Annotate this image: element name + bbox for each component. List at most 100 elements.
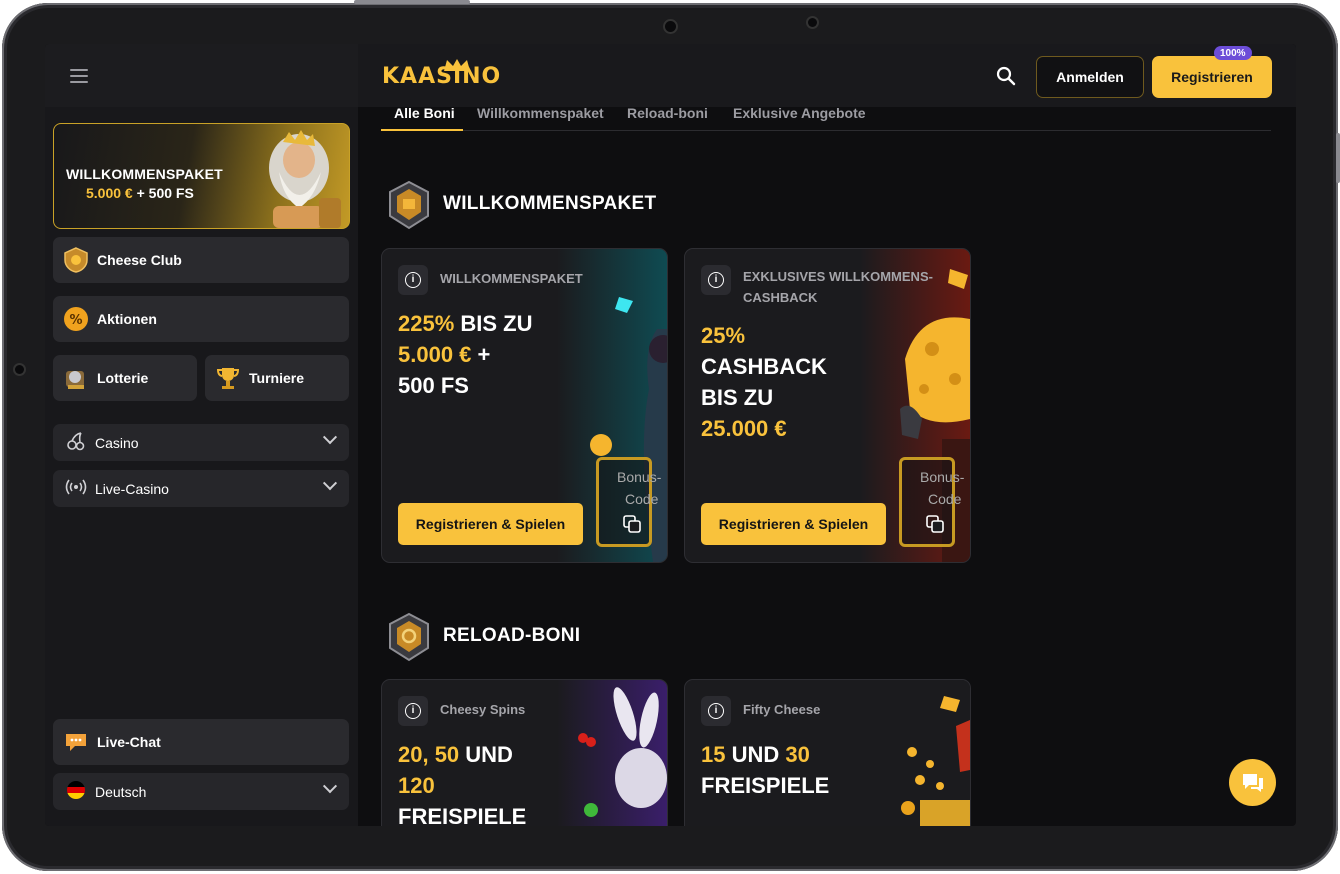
promo-subtitle: 5.000 € + 500 FS <box>86 185 194 201</box>
bonus-code-button[interactable]: Bonus- Code <box>899 457 964 547</box>
headline-line-2: 5.000 € + <box>398 339 533 370</box>
bonus-code-label: Bonus- Code <box>617 466 661 510</box>
card-category: Fifty Cheese <box>743 702 821 717</box>
lotterie-label: Lotterie <box>97 370 149 386</box>
live-casino-menu[interactable]: Live-Casino <box>53 470 349 507</box>
front-camera <box>665 21 676 32</box>
active-tab-indicator <box>381 129 463 131</box>
casino-menu[interactable]: Casino <box>53 424 349 461</box>
reload-shield-icon <box>389 612 429 662</box>
device-top-button <box>354 0 470 4</box>
bonus-code-button[interactable]: Bonus- Code <box>596 457 661 547</box>
chat-fab-button[interactable] <box>1229 759 1276 806</box>
bonus-badge: 100% <box>1214 46 1252 60</box>
live-chat-label: Live-Chat <box>97 734 161 750</box>
headline-highlight: 30 <box>785 742 810 767</box>
chat-bubble-icon <box>1242 773 1263 792</box>
turniere-button[interactable]: Turniere <box>205 355 349 401</box>
live-casino-label: Live-Casino <box>95 480 169 497</box>
info-icon[interactable]: i <box>398 265 428 295</box>
cheese-club-button[interactable]: Cheese Club <box>53 237 349 283</box>
percent-icon: % <box>63 306 89 332</box>
aktionen-button[interactable]: % Aktionen <box>53 296 349 342</box>
chevron-down-icon <box>322 430 338 445</box>
copy-icon <box>623 515 641 533</box>
flag-de-icon <box>65 780 87 804</box>
bonus-code-label: Bonus- Code <box>920 466 964 510</box>
register-play-button[interactable]: Registrieren & Spielen <box>701 503 886 545</box>
card-headline: 225% BIS ZU 5.000 € + 500 FS <box>398 308 533 401</box>
search-icon[interactable] <box>996 66 1016 86</box>
sidebar: WILLKOMMENSPAKET 5.000 € + 500 FS Cheese… <box>45 44 358 826</box>
live-chat-button[interactable]: Live-Chat <box>53 719 349 765</box>
language-label: Deutsch <box>95 783 147 800</box>
headline-line-1: 25% <box>701 323 746 348</box>
tab-exklusive-angebote[interactable]: Exklusive Angebote <box>733 105 866 121</box>
promo-plus: + 500 FS <box>136 185 194 201</box>
card-category: WILLKOMMENSPAKET <box>440 271 583 286</box>
bonus-card-cashback: i EXKLUSIVES WILLKOMMENS-CASHBACK 25% CA… <box>684 248 971 563</box>
info-icon[interactable]: i <box>398 696 428 726</box>
top-header: KAASINO Anmelden Registrieren 100% <box>358 44 1296 107</box>
lotterie-button[interactable]: Lotterie <box>53 355 197 401</box>
sensor <box>808 18 817 27</box>
info-icon[interactable]: i <box>701 265 731 295</box>
headline-line-4: 25.000 € <box>701 416 787 441</box>
chevron-down-icon <box>322 476 338 491</box>
headline-text: UND <box>459 742 513 767</box>
register-button[interactable]: Registrieren <box>1152 56 1272 98</box>
zeus-illustration <box>269 130 341 228</box>
card-headline: 25% CASHBACK BIS ZU 25.000 € <box>701 320 827 444</box>
coins-art <box>860 680 970 826</box>
cheese-club-label: Cheese Club <box>97 252 182 268</box>
bonus-code-line-1: Bonus- <box>920 469 965 485</box>
login-button[interactable]: Anmelden <box>1036 56 1144 98</box>
bonus-card-fifty-cheese: i Fifty Cheese 15 UND 30 FREISPIELE <box>684 679 971 826</box>
broadcast-icon <box>65 478 87 500</box>
kaasino-logo[interactable]: KAASINO <box>382 58 527 94</box>
svg-text:%: % <box>69 313 82 328</box>
bonus-code-line-2: Code <box>625 491 659 507</box>
device-side-button <box>1336 133 1340 183</box>
headline-line-3: 500 FS <box>398 373 469 398</box>
welcome-section-title: WILLKOMMENSPAKET <box>443 193 657 214</box>
register-play-button[interactable]: Registrieren & Spielen <box>398 503 583 545</box>
screen: WILLKOMMENSPAKET 5.000 € + 500 FS Cheese… <box>45 44 1296 826</box>
card-headline: 15 UND 30 FREISPIELE <box>701 739 829 801</box>
bonus-card-cheesy-spins: i Cheesy Spins 20, 50 UND 120 FREISPIELE <box>381 679 668 826</box>
headline-highlight: 15 <box>701 742 726 767</box>
headline-highlight: 5.000 € <box>398 342 472 367</box>
card-category: Cheesy Spins <box>440 702 526 717</box>
tab-willkommenspaket[interactable]: Willkommenspaket <box>477 105 604 121</box>
copy-icon <box>926 515 944 533</box>
headline-line-1: 15 UND 30 <box>701 739 829 770</box>
card-category: EXKLUSIVES WILLKOMMENS-CASHBACK <box>743 269 933 305</box>
language-select[interactable]: Deutsch <box>53 773 349 810</box>
cheese-club-icon <box>63 247 89 273</box>
promo-amount: 5.000 € <box>86 185 133 201</box>
bunny-art <box>557 680 667 826</box>
tab-alle-boni[interactable]: Alle Boni <box>394 105 455 121</box>
headline-line-1: 225% BIS ZU <box>398 308 533 339</box>
headline-text: UND <box>725 742 786 767</box>
tab-reload-boni[interactable]: Reload-boni <box>627 105 708 121</box>
badge-label: 100% <box>1220 47 1246 59</box>
chevron-down-icon <box>322 779 338 794</box>
sidebar-header <box>45 44 358 107</box>
turniere-label: Turniere <box>249 370 304 386</box>
headline-line-1: 20, 50 UND <box>398 739 526 770</box>
headline-text: BIS ZU <box>454 311 533 336</box>
welcome-shield-icon <box>389 180 429 230</box>
headline-line-3: BIS ZU <box>701 385 774 410</box>
logo-text: KAASINO <box>382 64 502 89</box>
card-headline: 20, 50 UND 120 FREISPIELE <box>398 739 526 826</box>
headline-line-2: 120 <box>398 773 435 798</box>
bonus-tabs: Alle Boni Willkommenspaket Reload-boni E… <box>381 102 1271 131</box>
bonus-code-line-1: Bonus- <box>617 469 662 485</box>
hamburger-icon[interactable] <box>70 69 88 83</box>
info-icon[interactable]: i <box>701 696 731 726</box>
casino-label: Casino <box>95 434 139 451</box>
welcome-promo-banner[interactable]: WILLKOMMENSPAKET 5.000 € + 500 FS <box>53 123 350 229</box>
headline-line-3: FREISPIELE <box>398 804 527 826</box>
headline-text: + <box>471 342 491 367</box>
